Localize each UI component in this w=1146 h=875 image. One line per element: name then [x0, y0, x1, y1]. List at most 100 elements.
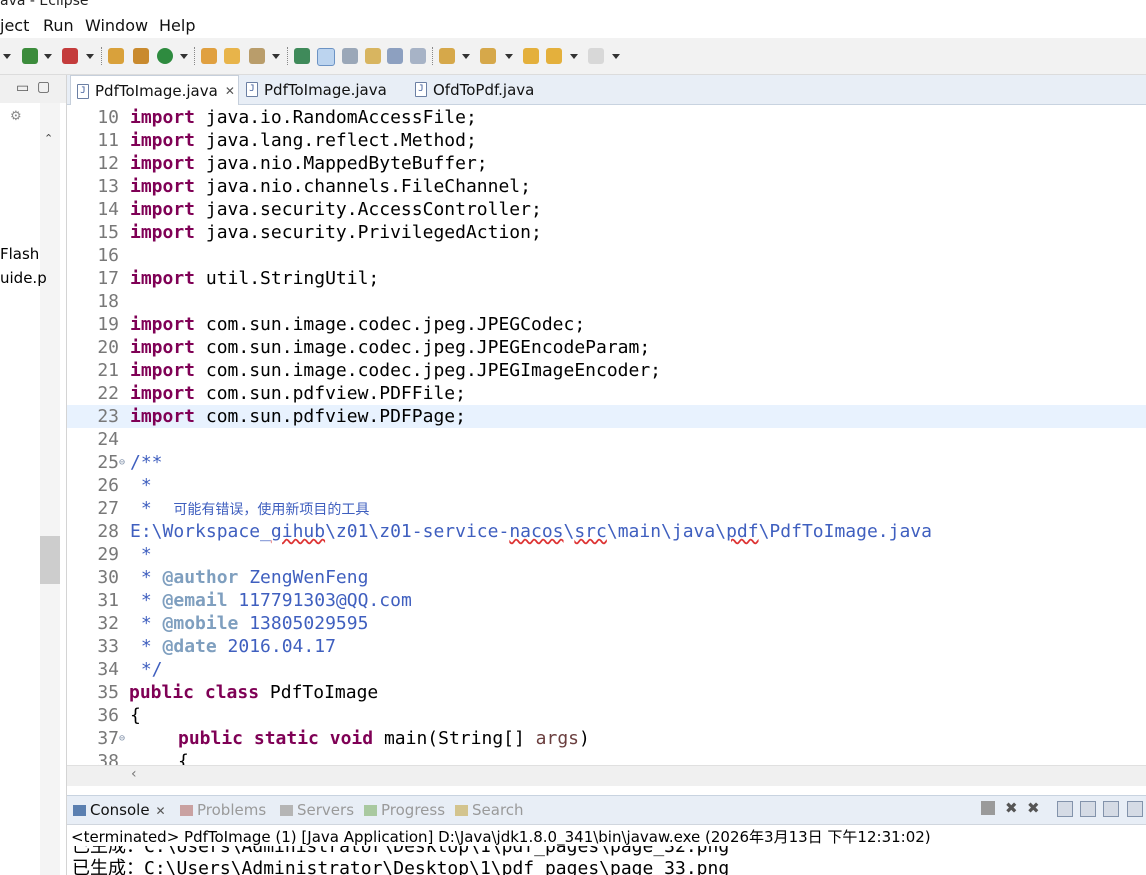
- scroll-left-icon[interactable]: ‹: [131, 766, 137, 782]
- tab-problems[interactable]: Problems: [180, 801, 266, 819]
- tree-item[interactable]: uide.p: [0, 269, 47, 287]
- show-whitespace-icon[interactable]: [387, 48, 403, 64]
- code-line: 34 */: [97, 659, 163, 680]
- next-annotation-icon[interactable]: [439, 48, 455, 64]
- menu-window[interactable]: Window: [85, 16, 148, 35]
- run-external-icon[interactable]: [62, 48, 78, 64]
- previous-annotation-icon[interactable]: [480, 48, 496, 64]
- back-arrow-icon[interactable]: [546, 48, 562, 64]
- close-icon[interactable]: ✕: [225, 84, 235, 98]
- tab-console[interactable]: Console ✕: [73, 801, 166, 819]
- forward-arrow-icon[interactable]: [588, 48, 604, 64]
- editor-horizontal-scrollbar[interactable]: ‹: [67, 765, 1146, 786]
- remove-all-icon[interactable]: ✖: [1027, 799, 1041, 817]
- code-line: 26 *: [97, 475, 152, 496]
- word-wrap-icon[interactable]: [1103, 801, 1119, 817]
- tab-search[interactable]: Search: [455, 801, 524, 819]
- chevron-down-icon[interactable]: [3, 54, 11, 59]
- menu-project[interactable]: ject: [0, 16, 29, 35]
- menu-bar: ject Run Window Help: [0, 12, 1146, 38]
- close-icon[interactable]: ✕: [156, 804, 166, 818]
- window-title-bar: ava - Eclipse: [0, 0, 1146, 12]
- new-java-project-icon[interactable]: [108, 48, 124, 64]
- search-icon: [455, 805, 468, 816]
- tab-progress[interactable]: Progress: [364, 801, 445, 819]
- code-line: 10 import java.io.RandomAccessFile;: [97, 107, 477, 128]
- tab-label: OfdToPdf.java: [433, 80, 535, 99]
- fold-collapse-icon[interactable]: ⊖: [119, 727, 125, 750]
- block-selection-icon[interactable]: [342, 48, 358, 64]
- code-line: 38{: [97, 751, 189, 765]
- remove-launch-icon[interactable]: ✖: [1005, 799, 1019, 817]
- maximize-icon[interactable]: ▢: [37, 79, 50, 95]
- chevron-down-icon[interactable]: [86, 54, 94, 59]
- chevron-down-icon[interactable]: [462, 54, 470, 59]
- window-title: ava - Eclipse: [0, 0, 89, 9]
- clear-console-icon[interactable]: [1057, 801, 1073, 817]
- tab-servers[interactable]: Servers: [280, 801, 354, 819]
- new-class-icon[interactable]: [157, 48, 173, 64]
- scroll-lock-icon[interactable]: [1080, 801, 1096, 817]
- code-line: 24: [97, 429, 119, 450]
- progress-icon: [364, 805, 377, 816]
- open-type-icon[interactable]: [201, 48, 217, 64]
- code-line: 13 import java.nio.channels.FileChannel;: [97, 176, 531, 197]
- package-explorer-panel: ▭ ▢ ⚙ ▽ ⌃ Flash uide.p: [0, 75, 67, 875]
- word-wrap-icon[interactable]: [365, 48, 381, 64]
- scroll-up-icon[interactable]: ⌃: [44, 132, 53, 145]
- chevron-down-icon[interactable]: [570, 54, 578, 59]
- minimize-icon[interactable]: ▭: [16, 80, 29, 96]
- code-line: 28 E:\Workspace_gihub\z01\z01-service-nac…: [97, 521, 932, 542]
- tab-pdftoimage-active[interactable]: J PdfToImage.java ✕: [70, 75, 239, 106]
- debug-icon[interactable]: [22, 48, 38, 64]
- code-line: 31 * @email 117791303@QQ.com: [97, 590, 412, 611]
- chevron-down-icon[interactable]: [505, 54, 513, 59]
- code-editor[interactable]: 10 import java.io.RandomAccessFile; 11 imp…: [67, 105, 1146, 765]
- mark-occurrences-icon[interactable]: [317, 48, 335, 66]
- main-toolbar: [0, 38, 1146, 75]
- code-line: 32 * @mobile 13805029595: [97, 613, 369, 634]
- last-edit-location-icon[interactable]: [523, 48, 539, 64]
- code-line: 35 public class PdfToImage: [97, 682, 379, 703]
- servers-icon: [280, 805, 293, 816]
- panel-header: ▭ ▢: [0, 75, 66, 103]
- chevron-down-icon[interactable]: [44, 54, 52, 59]
- pin-console-icon[interactable]: [1127, 801, 1143, 817]
- console-launch-status: <terminated> PdfToImage (1) [Java Applic…: [71, 828, 931, 846]
- code-line: 27 * 可能有错误，使用新项目的工具: [97, 498, 370, 519]
- left-scrollbar[interactable]: [40, 103, 60, 875]
- code-line: 20 import com.sun.image.codec.jpeg.JPEGEn…: [97, 337, 651, 358]
- console-output[interactable]: 已生成：C:\Users\Administrator\Desktop\1\pdf…: [67, 846, 1146, 875]
- code-line: 37 ⊖ public static void main(String[] args…: [97, 727, 590, 750]
- console-icon: [73, 805, 86, 816]
- menu-run[interactable]: Run: [43, 16, 74, 35]
- code-line: 25 ⊖/**: [97, 451, 163, 474]
- chevron-down-icon[interactable]: [180, 54, 188, 59]
- annotation-icon[interactable]: [294, 48, 310, 64]
- code-line: 15 import java.security.PrivilegedAction;: [97, 222, 542, 243]
- tab-pdftoimage[interactable]: J PdfToImage.java: [240, 75, 400, 104]
- fold-collapse-icon[interactable]: ⊖: [119, 451, 125, 474]
- console-tab-bar: Console ✕ Problems Servers Progress Searc…: [67, 795, 1146, 825]
- terminate-icon[interactable]: [981, 801, 995, 815]
- menu-help[interactable]: Help: [159, 16, 195, 35]
- chevron-down-icon[interactable]: [612, 54, 620, 59]
- tab-ofdtopdf[interactable]: J OfdToPdf.java: [409, 75, 569, 104]
- chevron-down-icon[interactable]: [272, 54, 280, 59]
- toolbar-separator: [194, 47, 196, 65]
- java-file-icon: J: [415, 82, 427, 97]
- java-file-icon: J: [246, 82, 258, 97]
- open-folder-icon[interactable]: [224, 48, 240, 64]
- code-line: 17 import util.StringUtil;: [97, 268, 380, 289]
- paragraph-icon[interactable]: [410, 48, 426, 64]
- search-icon[interactable]: [249, 48, 265, 64]
- code-line: 12 import java.nio.MappedByteBuffer;: [97, 153, 488, 174]
- toolbar-separator: [287, 47, 289, 65]
- new-package-icon[interactable]: [133, 48, 149, 64]
- java-file-icon: J: [77, 83, 89, 99]
- code-line: 29 *: [97, 544, 152, 565]
- code-line: 30 * @author ZengWenFeng: [97, 567, 369, 588]
- tree-item[interactable]: Flash: [0, 245, 39, 263]
- left-scrollbar-thumb[interactable]: [40, 536, 60, 584]
- filter-icon[interactable]: ⚙: [10, 109, 22, 124]
